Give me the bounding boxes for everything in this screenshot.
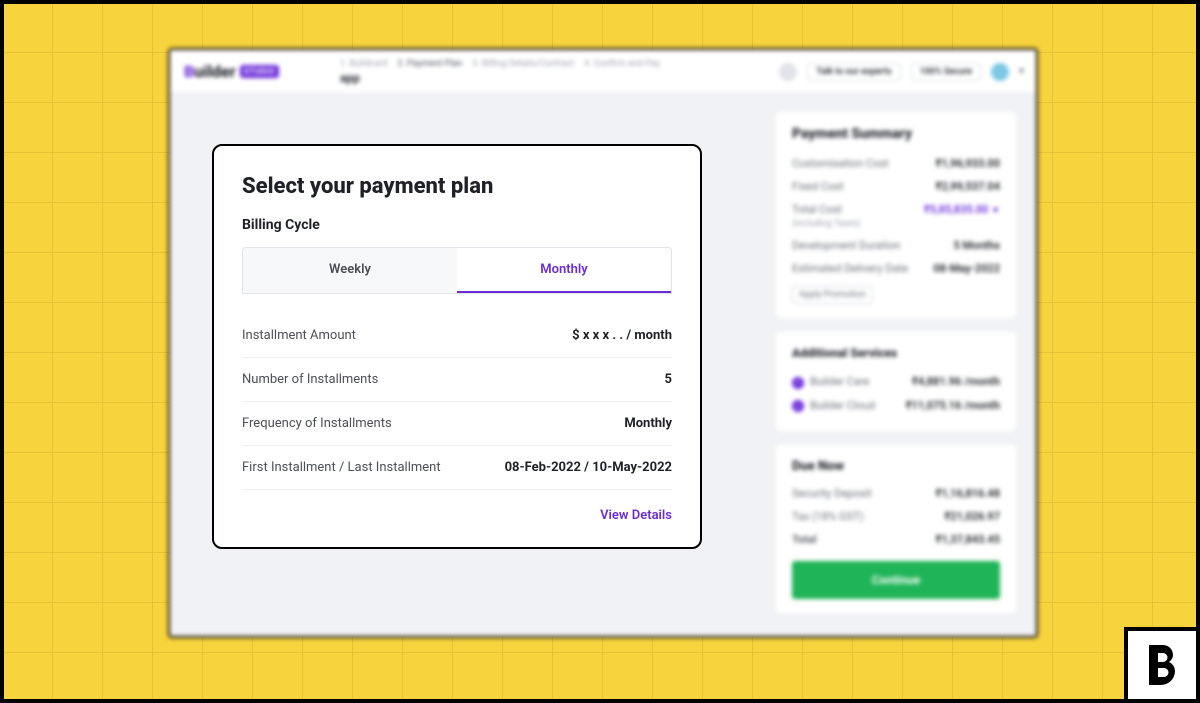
due-label: Security Deposit xyxy=(792,487,872,500)
detail-label: First Installment / Last Installment xyxy=(242,460,441,475)
summary-row-customisation: Customisation Cost ₹1,96,933.00 xyxy=(792,152,1000,175)
summary-value: ₹2,99,537.04 xyxy=(936,180,1000,193)
due-value: ₹1,37,843.45 xyxy=(936,533,1000,546)
check-icon[interactable]: ✓ xyxy=(792,377,804,389)
due-label: Tax (18% GST) xyxy=(792,510,863,523)
row-first-last-installment: First Installment / Last Installment 08-… xyxy=(242,446,672,490)
titlebar-right: Talk to our experts 100% Secure ▾ xyxy=(767,63,1036,81)
breadcrumb-step-2[interactable]: 2. Payment Plan xyxy=(397,59,462,69)
service-price: ₹11,075.16 /month xyxy=(906,399,1000,413)
chevron-down-icon[interactable]: ▾ xyxy=(1019,66,1024,77)
tab-monthly[interactable]: Monthly xyxy=(457,248,671,293)
summary-label: Estimated Delivery Date xyxy=(792,262,908,275)
due-label: Total xyxy=(792,533,817,546)
payment-summary-title: Payment Summary xyxy=(792,126,1000,142)
detail-label: Installment Amount xyxy=(242,328,356,343)
secure-badge: 100% Secure xyxy=(911,63,981,81)
service-name: Builder Care xyxy=(810,375,869,388)
breadcrumb-step-1[interactable]: 1. Buildcard xyxy=(340,59,387,69)
summary-row-duration: Development Duration 5 Months xyxy=(792,234,1000,257)
additional-services-card: Additional Services ✓ Builder Care ₹4,881… xyxy=(776,332,1016,431)
due-now-card: Due Now Security Deposit ₹1,16,816.48 Ta… xyxy=(776,445,1016,613)
detail-label: Frequency of Installments xyxy=(242,416,392,431)
summary-value: ₹1,96,933.00 xyxy=(936,157,1000,170)
service-row: ✓ Builder Care ₹4,881.96 /month xyxy=(792,370,1000,394)
view-details-link[interactable]: View Details xyxy=(242,490,672,523)
summary-label: Fixed Cost xyxy=(792,180,844,193)
continue-button[interactable]: Continue xyxy=(792,561,1000,599)
summary-row-delivery: Estimated Delivery Date 08-May-2022 xyxy=(792,257,1000,280)
additional-services-title: Additional Services xyxy=(792,346,1000,360)
modal-title: Select your payment plan xyxy=(242,174,672,199)
summary-row-total: Total Cost (Including Taxes) ₹5,85,835.0… xyxy=(792,198,1000,234)
check-icon[interactable]: ✓ xyxy=(792,400,804,412)
detail-value: $ x x x . . / month xyxy=(572,328,672,343)
row-installment-amount: Installment Amount $ x x x . . / month xyxy=(242,314,672,358)
corner-logo xyxy=(1124,627,1196,699)
expert-avatar-icon xyxy=(779,63,797,81)
summary-label: Development Duration xyxy=(792,239,900,252)
detail-label: Number of Installments xyxy=(242,372,378,387)
row-number-installments: Number of Installments 5 xyxy=(242,358,672,402)
chevron-down-icon[interactable]: ▼ xyxy=(991,206,1000,216)
summary-label: Total Cost xyxy=(792,203,842,216)
summary-value: 5 Months xyxy=(953,239,1000,252)
logo-badge: STUDIO xyxy=(240,65,279,78)
summary-value: 08-May-2022 xyxy=(933,262,1000,275)
summary-label: Customisation Cost xyxy=(792,157,889,170)
row-frequency: Frequency of Installments Monthly xyxy=(242,402,672,446)
due-value: ₹1,16,816.48 xyxy=(936,487,1000,500)
breadcrumb: 1. Buildcard 2. Payment Plan 3. Billing … xyxy=(330,51,767,93)
detail-value: Monthly xyxy=(624,416,672,431)
b-logo-icon xyxy=(1146,645,1178,685)
breadcrumb-step-3[interactable]: 3. Billing Details/Contract xyxy=(472,59,574,69)
logo: Builder STUDIO xyxy=(170,50,330,93)
user-avatar-icon[interactable] xyxy=(991,63,1009,81)
due-row-total: Total ₹1,37,843.45 xyxy=(792,528,1000,551)
detail-value: 5 xyxy=(665,372,672,387)
due-row-tax: Tax (18% GST) ₹21,026.97 xyxy=(792,505,1000,528)
billing-cycle-label: Billing Cycle xyxy=(242,217,672,233)
payment-summary-card: Payment Summary Customisation Cost ₹1,96… xyxy=(776,112,1016,318)
payment-plan-modal: Select your payment plan Billing Cycle W… xyxy=(212,144,702,549)
talk-to-experts-button[interactable]: Talk to our experts xyxy=(807,63,900,81)
breadcrumb-step-4[interactable]: 4. Confirm and Pay xyxy=(584,59,660,69)
due-now-title: Due Now xyxy=(792,459,1000,474)
service-row: ✓ Builder Cloud ₹11,075.16 /month xyxy=(792,394,1000,418)
apply-promotion-button[interactable]: Apply Promotion xyxy=(792,286,873,304)
detail-value: 08-Feb-2022 / 10-May-2022 xyxy=(505,460,672,475)
billing-cycle-tabs: Weekly Monthly xyxy=(242,247,672,294)
titlebar: Builder STUDIO 1. Buildcard 2. Payment P… xyxy=(170,50,1036,94)
service-price: ₹4,881.96 /month xyxy=(912,375,1000,389)
tab-weekly[interactable]: Weekly xyxy=(243,248,457,293)
due-row-deposit: Security Deposit ₹1,16,816.48 xyxy=(792,482,1000,505)
service-name: Builder Cloud xyxy=(810,399,875,412)
due-value: ₹21,026.97 xyxy=(945,510,1000,523)
summary-row-fixed: Fixed Cost ₹2,99,537.04 xyxy=(792,175,1000,198)
summary-sublabel: (Including Taxes) xyxy=(792,219,860,229)
summary-value: ₹5,85,835.00 xyxy=(924,203,988,216)
logo-text: uilder xyxy=(194,62,235,81)
app-name: app xyxy=(340,71,757,85)
